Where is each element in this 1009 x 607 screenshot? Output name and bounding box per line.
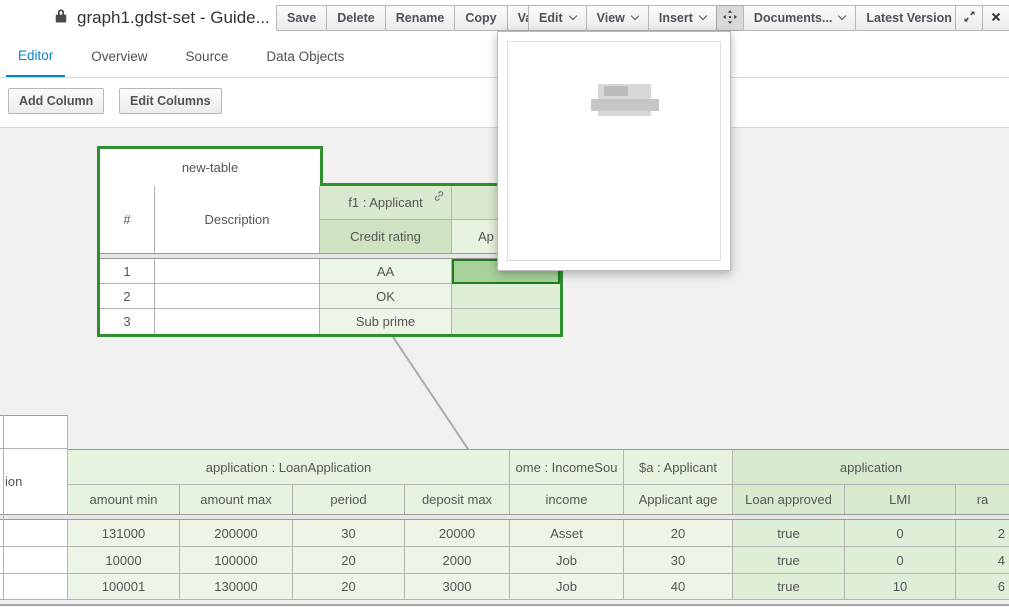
save-button[interactable]: Save [276,5,327,31]
table-cell[interactable]: 10 [845,574,956,600]
column-header-rate-clipped[interactable]: ra [956,485,1009,514]
redacted-content [591,99,659,111]
close-icon [990,11,1002,26]
pattern-header-applicant[interactable]: $a : Applicant [624,449,733,485]
pattern-header-f1-applicant[interactable]: f1 : Applicant [320,186,452,220]
pattern-header-loan-application[interactable]: application : LoanApplication [68,449,510,485]
description-cell[interactable] [155,309,320,334]
chevron-down-icon [838,12,846,20]
table-cell[interactable]: Job [510,547,624,574]
documents-menu-button[interactable]: Documents... [743,5,857,31]
insert-menu-button[interactable]: Insert [648,5,717,31]
lock-icon [54,7,68,29]
pattern-header-income-source[interactable]: ome : IncomeSou [510,449,624,485]
edit-columns-button[interactable]: Edit Columns [119,88,222,114]
rename-button[interactable]: Rename [385,5,456,31]
table-cell[interactable]: 30 [293,520,405,547]
table-cell[interactable]: 100001 [68,574,180,600]
table-cell[interactable]: 10000 [68,547,180,574]
tab-data-objects[interactable]: Data Objects [254,36,356,77]
row-number-cell[interactable]: 1 [100,259,155,284]
table-cell[interactable]: true [733,547,845,574]
table-cell[interactable]: true [733,520,845,547]
table-cell[interactable]: 2000 [405,547,510,574]
table-cell[interactable]: 3000 [405,574,510,600]
copy-button[interactable]: Copy [454,5,507,31]
delete-button[interactable]: Delete [326,5,386,31]
redacted-content [604,86,628,96]
table-cell-clipped[interactable]: 2 [956,520,1009,547]
chevron-down-icon [631,12,639,20]
bottom-table-name-tab[interactable] [0,415,68,449]
toolbar-menu-group: Edit View Insert Documents... Latest Ver… [528,5,976,31]
table-cell[interactable]: 130000 [180,574,293,600]
column-header-income[interactable]: income [510,485,624,514]
description-cell[interactable] [0,574,68,600]
link-icon [433,190,445,205]
table-cell[interactable]: 30 [624,547,733,574]
column-header-loan-approved[interactable]: Loan approved [733,485,845,514]
popup-inner-border [507,41,721,261]
action-group-header-application[interactable]: application [733,449,1009,485]
description-column-header-clipped[interactable]: ion [0,449,68,514]
table-cell[interactable]: 20 [293,547,405,574]
description-cell[interactable] [0,520,68,547]
row-number-cell[interactable]: 2 [100,284,155,309]
move-icon [723,10,737,27]
column-header-deposit-max[interactable]: deposit max [405,485,510,514]
description-cell[interactable] [155,284,320,309]
view-menu-button[interactable]: View [586,5,649,31]
table-cell[interactable]: 131000 [68,520,180,547]
top-table-name-tab[interactable]: new-table [97,146,323,186]
table-cell[interactable]: 200000 [180,520,293,547]
table-cell[interactable]: 20 [624,520,733,547]
canvas-bottom-divider [0,604,1009,606]
table-cell[interactable] [452,309,560,334]
table-cell-clipped[interactable]: 4 [956,547,1009,574]
description-column-header[interactable]: Description [155,186,320,253]
row-number-cell[interactable]: 3 [100,309,155,334]
credit-rating-cell[interactable]: AA [320,259,452,284]
asset-title: graph1.gdst-set - Guide... [77,8,270,28]
chevron-down-icon [568,12,576,20]
table-cell[interactable]: true [733,574,845,600]
column-header-lmi[interactable]: LMI [845,485,956,514]
tab-editor[interactable]: Editor [6,36,65,77]
description-cell[interactable] [0,547,68,574]
floating-popup-panel [497,31,731,271]
edit-menu-button[interactable]: Edit [528,5,587,31]
close-button[interactable] [982,5,1009,31]
guided-decision-table-editor: graph1.gdst-set - Guide... Save Delete R… [0,0,1009,607]
column-header-period[interactable]: period [293,485,405,514]
table-cell-clipped[interactable]: 6 [956,574,1009,600]
maximize-icon [963,10,976,26]
table-cell[interactable]: 20000 [405,520,510,547]
grid-line [3,415,4,600]
column-header-amount-max[interactable]: amount max [180,485,293,514]
column-header-amount-min[interactable]: amount min [68,485,180,514]
table-cell[interactable]: 0 [845,547,956,574]
table-cell[interactable]: 40 [624,574,733,600]
move-tool-button[interactable] [716,5,744,31]
table-cell[interactable] [452,284,560,309]
column-header-applicant-age[interactable]: Applicant age [624,485,733,514]
description-cell[interactable] [155,259,320,284]
table-cell[interactable]: 0 [845,520,956,547]
window-controls [955,5,1009,31]
table-cell[interactable]: 20 [293,574,405,600]
chevron-down-icon [699,12,707,20]
tab-overview[interactable]: Overview [79,36,159,77]
credit-rating-cell[interactable]: OK [320,284,452,309]
table-cell[interactable]: Job [510,574,624,600]
credit-rating-cell[interactable]: Sub prime [320,309,452,334]
tab-source[interactable]: Source [174,36,241,77]
row-number-column-header[interactable]: # [100,186,155,253]
table-cell[interactable]: Asset [510,520,624,547]
maximize-button[interactable] [955,5,983,31]
add-column-button[interactable]: Add Column [8,88,104,114]
condition-header-credit-rating[interactable]: Credit rating [320,220,452,253]
table-cell[interactable]: 100000 [180,547,293,574]
